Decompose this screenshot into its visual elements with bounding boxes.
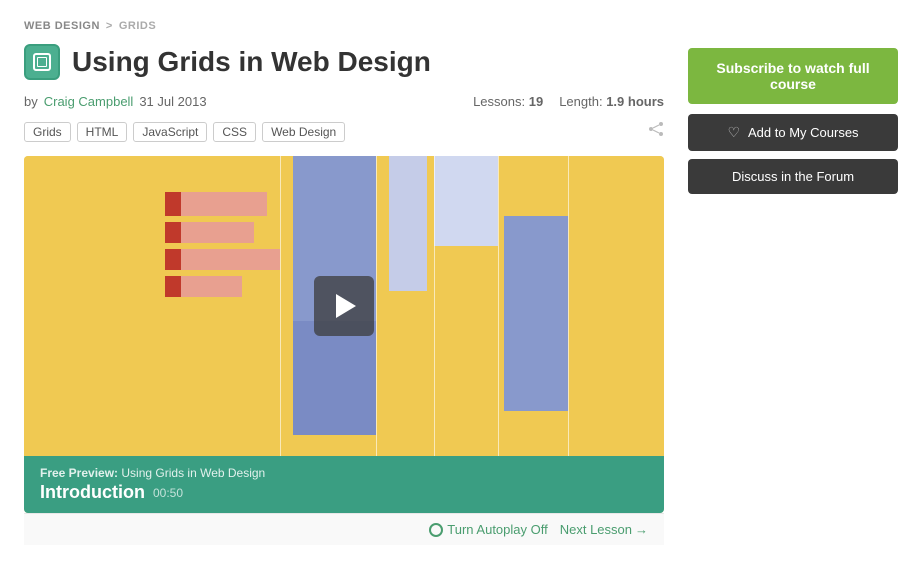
bottom-strip: Turn Autoplay Off Next Lesson →	[24, 513, 664, 545]
by-label: by	[24, 94, 38, 109]
tag-grids[interactable]: Grids	[24, 122, 71, 142]
tag-javascript[interactable]: JavaScript	[133, 122, 207, 142]
length-label: Length:	[559, 94, 602, 109]
heart-icon: ♡	[727, 124, 740, 141]
length-meta: Length: 1.9 hours	[559, 94, 664, 109]
add-to-courses-button[interactable]: ♡ Add to My Courses	[688, 114, 898, 151]
next-lesson-label: Next Lesson	[560, 522, 632, 537]
share-icon[interactable]	[648, 121, 664, 142]
tag-css[interactable]: CSS	[213, 122, 256, 142]
play-triangle-icon	[336, 294, 356, 318]
meta-left: by Craig Campbell 31 Jul 2013	[24, 94, 207, 109]
sidebar: Subscribe to watch full course ♡ Add to …	[688, 44, 898, 202]
course-icon	[24, 44, 60, 80]
autoplay-toggle[interactable]: Turn Autoplay Off	[429, 522, 547, 537]
tag-html[interactable]: HTML	[77, 122, 128, 142]
video-player[interactable]: Free Preview: Using Grids in Web Design …	[24, 156, 664, 513]
video-canvas	[24, 156, 664, 456]
title-row: Using Grids in Web Design	[24, 44, 664, 80]
length-value: 1.9 hours	[606, 94, 664, 109]
free-preview-title: Using Grids in Web Design	[121, 466, 265, 480]
meta-right: Lessons: 19 Length: 1.9 hours	[473, 94, 664, 109]
subscribe-button[interactable]: Subscribe to watch full course	[688, 48, 898, 104]
lesson-duration: 00:50	[153, 486, 183, 500]
course-date: 31 Jul 2013	[139, 94, 206, 109]
breadcrumb: WEB DESIGN > GRIDS	[24, 20, 898, 32]
meta-row: by Craig Campbell 31 Jul 2013 Lessons: 1…	[24, 94, 664, 109]
page-title: Using Grids in Web Design	[72, 45, 431, 79]
next-arrow-icon: →	[635, 522, 648, 537]
video-bottom-bar: Free Preview: Using Grids in Web Design …	[24, 456, 664, 513]
lessons-label: Lessons:	[473, 94, 525, 109]
autoplay-label: Turn Autoplay Off	[447, 522, 547, 537]
autoplay-icon	[429, 523, 443, 537]
free-preview-strong: Free Preview:	[40, 466, 118, 480]
lesson-title-row: Introduction 00:50	[40, 482, 648, 503]
next-lesson-link[interactable]: Next Lesson →	[560, 522, 648, 537]
free-preview-label: Free Preview: Using Grids in Web Design	[40, 466, 648, 480]
lesson-title: Introduction	[40, 482, 145, 503]
lessons-meta: Lessons: 19	[473, 94, 543, 109]
breadcrumb-current: GRIDS	[119, 20, 156, 32]
course-icon-inner	[33, 53, 51, 71]
add-courses-label: Add to My Courses	[748, 125, 859, 140]
content-area: Using Grids in Web Design by Craig Campb…	[24, 44, 664, 545]
tags-row: Grids HTML JavaScript CSS Web Design	[24, 121, 664, 142]
lessons-count: 19	[529, 94, 543, 109]
play-button[interactable]	[314, 276, 374, 336]
tag-webdesign[interactable]: Web Design	[262, 122, 345, 142]
breadcrumb-separator: >	[106, 20, 113, 32]
author-link[interactable]: Craig Campbell	[44, 94, 134, 109]
breadcrumb-parent-link[interactable]: WEB DESIGN	[24, 20, 100, 32]
forum-button[interactable]: Discuss in the Forum	[688, 159, 898, 194]
